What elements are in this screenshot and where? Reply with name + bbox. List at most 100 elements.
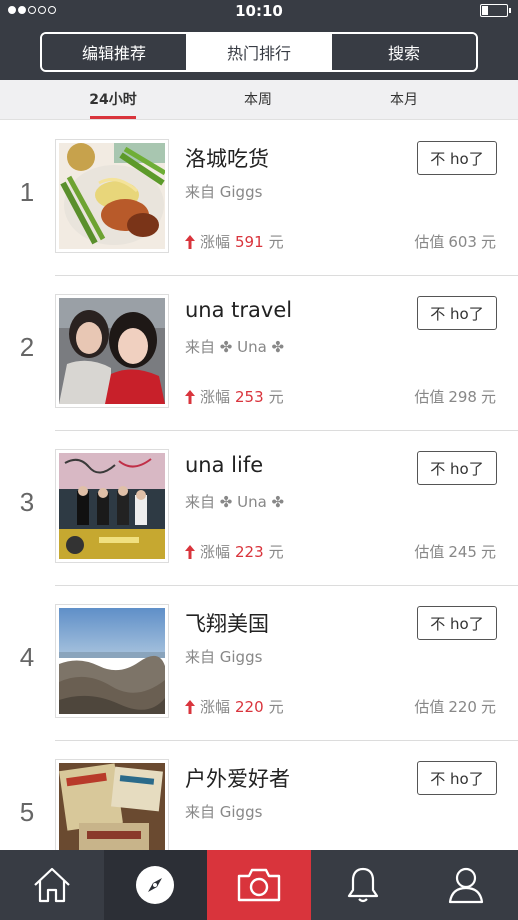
tab-notifications[interactable]	[311, 850, 415, 920]
value-amount: 603	[448, 233, 477, 251]
segment-search[interactable]: 搜索	[331, 34, 476, 70]
value-label: 估值	[414, 233, 445, 251]
not-interested-button[interactable]: 不 ho了	[417, 761, 497, 795]
gain-label: 涨幅	[200, 543, 231, 561]
item-title: 户外爱好者	[185, 767, 290, 791]
list-item[interactable]: 4 飞翔美国 来自 Giggs 涨幅 220 元 估值 220 元 不 ho了	[0, 586, 518, 741]
not-interested-button[interactable]: 不 ho了	[417, 296, 497, 330]
gain-amount: 253	[235, 387, 264, 406]
value-amount: 298	[448, 388, 477, 406]
item-thumbnail[interactable]	[55, 139, 169, 253]
item-source: 来自 ✤ Una ✤	[185, 338, 285, 356]
item-thumbnail[interactable]	[55, 759, 169, 850]
tab-label: 本月	[390, 92, 418, 108]
not-interested-button[interactable]: 不 ho了	[417, 606, 497, 640]
profile-icon	[449, 867, 484, 904]
tab-camera[interactable]	[207, 850, 311, 920]
tab-discover[interactable]	[103, 850, 208, 920]
item-title: 飞翔美国	[185, 612, 269, 636]
item-thumbnail[interactable]	[55, 604, 169, 718]
food-photo	[59, 143, 165, 249]
gain-label: 涨幅	[200, 698, 231, 716]
item-valuation: 估值 245 元	[414, 541, 496, 562]
value-label: 估值	[414, 543, 445, 561]
value-amount: 245	[448, 543, 477, 561]
item-title: una life	[185, 453, 264, 477]
street-photo	[59, 453, 165, 559]
tab-label: 本周	[244, 92, 272, 108]
up-arrow-icon	[185, 389, 195, 404]
gain-label: 涨幅	[200, 388, 231, 406]
list-item[interactable]: 5 户外爱好者 来自 Giggs 不 ho了	[0, 741, 518, 850]
item-gain: 涨幅 220 元	[183, 696, 284, 717]
list-item[interactable]: 1 洛城吃货 来自 Giggs 涨幅 591 元 估值 603 元 不 ho了	[0, 121, 518, 276]
up-arrow-icon	[185, 544, 195, 559]
item-source: 来自 Giggs	[185, 648, 263, 666]
gain-unit: 元	[268, 388, 284, 406]
rank-number: 4	[19, 642, 35, 672]
segment-editor-picks[interactable]: 编辑推荐	[42, 34, 186, 70]
up-arrow-icon	[185, 699, 195, 714]
tab-label: 24小时	[89, 92, 137, 108]
camera-icon	[237, 868, 281, 902]
item-valuation: 估值 603 元	[414, 231, 496, 252]
gain-unit: 元	[268, 543, 284, 561]
not-interested-button[interactable]: 不 ho了	[417, 451, 497, 485]
battery-level	[482, 6, 488, 15]
value-label: 估值	[414, 388, 445, 406]
gain-amount: 591	[235, 232, 264, 251]
not-interested-button[interactable]: 不 ho了	[417, 141, 497, 175]
item-title: una travel	[185, 298, 293, 322]
item-gain: 涨幅 223 元	[183, 541, 284, 562]
rank-number: 5	[19, 797, 35, 827]
list-item[interactable]: 2 una travel 来自 ✤ Una ✤ 涨幅 253 元 估值 298 …	[0, 276, 518, 431]
bottom-tab-bar	[0, 850, 518, 920]
time-range-tabs: 24小时 本周 本月	[0, 80, 518, 120]
segment-hot-ranking[interactable]: 热门排行	[186, 34, 331, 70]
rank-number: 1	[19, 177, 35, 207]
tab-24-hours[interactable]: 24小时	[73, 80, 153, 120]
books-photo	[59, 763, 165, 850]
gain-label: 涨幅	[200, 233, 231, 251]
active-tab-indicator	[90, 116, 136, 119]
item-thumbnail[interactable]	[55, 449, 169, 563]
gain-amount: 220	[235, 697, 264, 716]
value-label: 估值	[414, 698, 445, 716]
gain-amount: 223	[235, 542, 264, 561]
item-valuation: 估值 298 元	[414, 386, 496, 407]
tab-profile[interactable]	[414, 850, 518, 920]
battery-icon	[480, 4, 511, 17]
status-bar: 10:10	[0, 0, 518, 22]
gain-unit: 元	[268, 233, 284, 251]
item-source: 来自 ✤ Una ✤	[185, 493, 285, 511]
landscape-photo	[59, 608, 165, 714]
up-arrow-icon	[185, 234, 195, 249]
value-unit: 元	[480, 698, 496, 716]
bell-icon	[347, 867, 378, 903]
ranking-list[interactable]: 1 洛城吃货 来自 Giggs 涨幅 591 元 估值 603 元 不 ho了 …	[0, 121, 518, 850]
item-source: 来自 Giggs	[185, 803, 263, 821]
rank-number: 2	[19, 332, 35, 362]
value-unit: 元	[480, 233, 496, 251]
value-unit: 元	[480, 543, 496, 561]
compass-icon	[136, 866, 175, 904]
home-icon	[34, 867, 70, 903]
list-item[interactable]: 3 una life 来自 ✤ Una ✤ 涨幅 223 元 估值 245 元 …	[0, 431, 518, 586]
value-amount: 220	[448, 698, 477, 716]
item-source: 来自 Giggs	[185, 183, 263, 201]
selfie-photo	[59, 298, 165, 404]
item-title: 洛城吃货	[185, 147, 269, 171]
gain-unit: 元	[268, 698, 284, 716]
item-valuation: 估值 220 元	[414, 696, 496, 717]
item-gain: 涨幅 591 元	[183, 231, 284, 252]
status-time: 10:10	[235, 2, 283, 20]
tab-this-month[interactable]: 本月	[364, 80, 444, 120]
tab-this-week[interactable]: 本周	[218, 80, 298, 120]
tab-home[interactable]	[0, 850, 104, 920]
rank-number: 3	[19, 487, 35, 517]
item-gain: 涨幅 253 元	[183, 386, 284, 407]
item-thumbnail[interactable]	[55, 294, 169, 408]
top-segment-control: 编辑推荐 热门排行 搜索	[40, 32, 478, 72]
value-unit: 元	[480, 388, 496, 406]
app-header: 10:10 编辑推荐 热门排行 搜索	[0, 0, 518, 80]
